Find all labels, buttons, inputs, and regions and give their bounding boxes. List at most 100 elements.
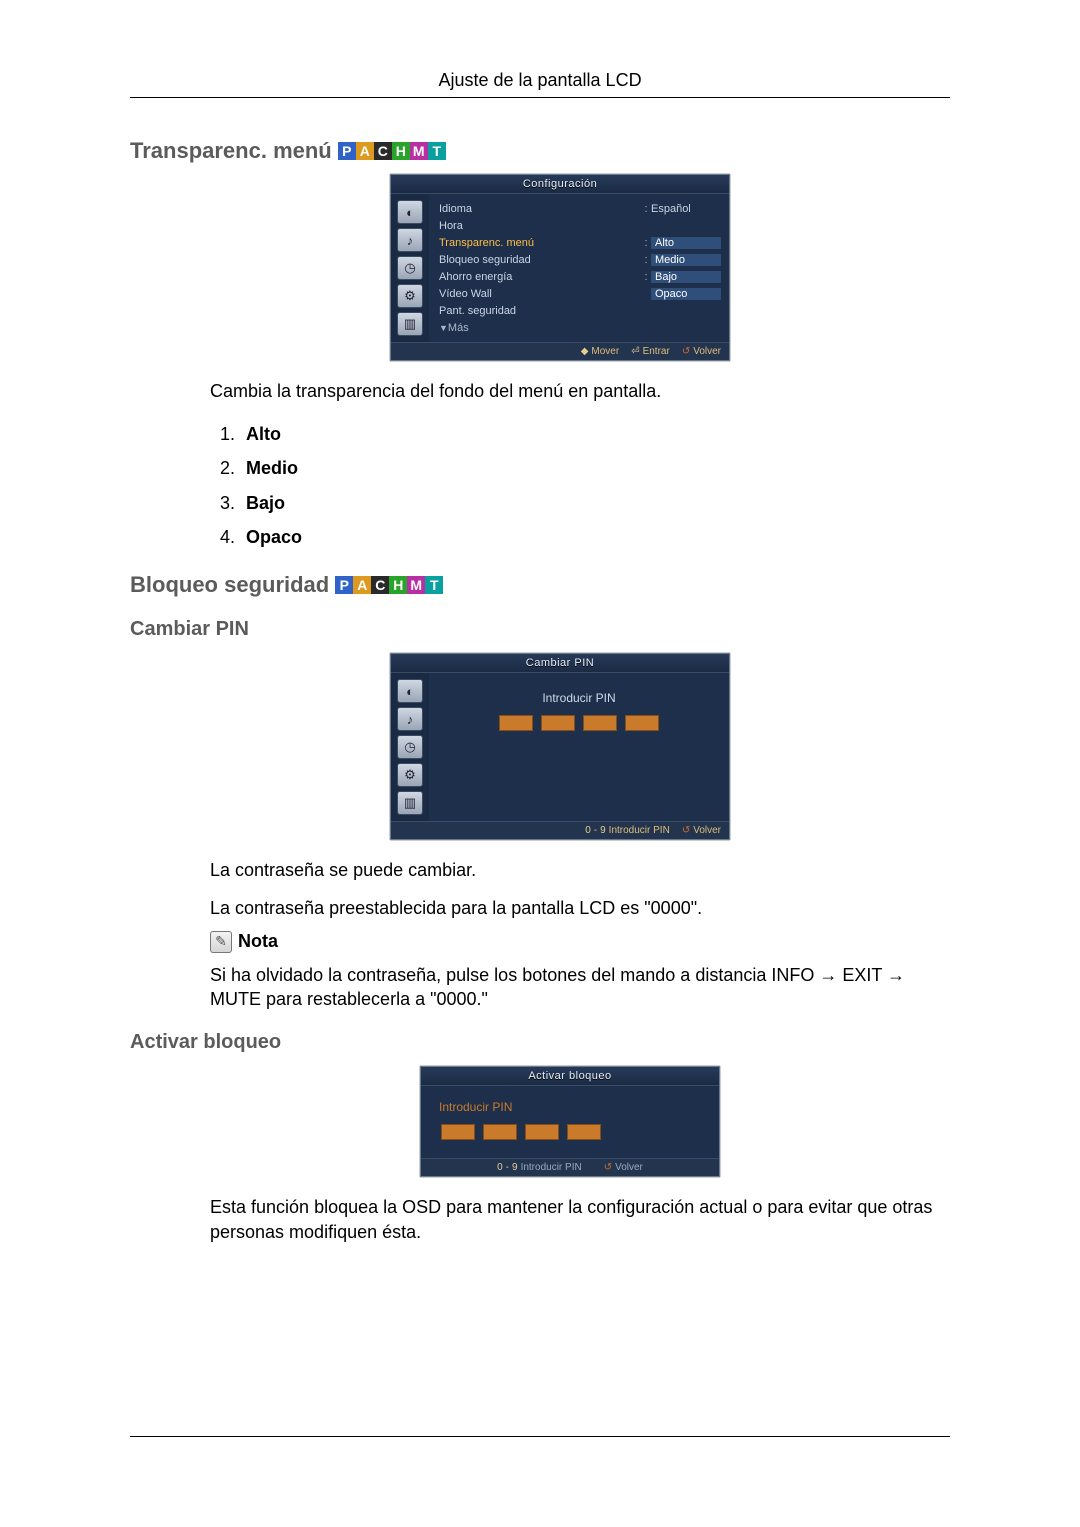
- osd-label: Idioma: [439, 203, 641, 215]
- osd-sep: :: [641, 237, 651, 249]
- osd-value: Medio: [651, 254, 721, 266]
- osd-foot-back: ↺Volver: [682, 346, 721, 357]
- osd-sep: :: [641, 254, 651, 266]
- badge-m: M: [410, 142, 428, 160]
- heading-text: Bloqueo seguridad: [130, 572, 329, 598]
- osd-foot-label: Introducir PIN: [521, 1162, 582, 1173]
- osd-value: Bajo: [651, 271, 721, 283]
- sub-cambiar-pin-heading: Cambiar PIN: [130, 618, 950, 641]
- badge-p: P: [335, 576, 353, 594]
- osd-foot-label: 0: [497, 1162, 503, 1173]
- osd-foot-label: Volver: [693, 346, 721, 357]
- osd-cambiar-pin: Cambiar PIN ◐ ♪ ◷ ⚙ ▥ Introducir PIN: [390, 653, 730, 840]
- badge-h: H: [389, 576, 407, 594]
- option-medio: Medio: [240, 451, 950, 485]
- osd-label: Transparenc. menú: [439, 237, 641, 249]
- pin-box: [441, 1124, 475, 1140]
- mode-badges: P A C H M T: [338, 142, 446, 160]
- osd-row-bloqueo: Bloqueo seguridad : Medio: [439, 251, 721, 268]
- badge-t: T: [425, 576, 443, 594]
- osd-title: Activar bloqueo: [421, 1067, 719, 1086]
- cambiar-pin-p1: La contraseña se puede cambiar.: [210, 858, 950, 882]
- osd-sep: :: [641, 271, 651, 283]
- osd-row-idioma: Idioma : Español: [439, 200, 721, 217]
- osd-label: Hora: [439, 220, 641, 232]
- option-bajo: Bajo: [240, 486, 950, 520]
- cambiar-pin-p2: La contraseña preestablecida para la pan…: [210, 896, 950, 920]
- option-opaco: Opaco: [240, 520, 950, 554]
- osd-foot-enter: ⏎Entrar: [631, 346, 670, 357]
- osd-sep: :: [641, 203, 651, 215]
- pin-input-boxes: [441, 1124, 701, 1140]
- pin-box: [583, 715, 617, 731]
- badge-h: H: [392, 142, 410, 160]
- sub-activar-bloqueo-heading: Activar bloqueo: [130, 1031, 950, 1054]
- osd-foot-num: 0 - 9 Introducir PIN: [585, 825, 670, 836]
- header-rule: [130, 97, 950, 98]
- activar-bloqueo-desc: Esta función bloquea la OSD para mantene…: [210, 1195, 950, 1244]
- osd-icon-sound: ♪: [397, 707, 423, 731]
- section-bloqueo-heading: Bloqueo seguridad P A C H M T: [130, 572, 950, 598]
- note-icon: ✎: [210, 931, 232, 953]
- osd-foot-label: 0: [585, 825, 591, 836]
- osd-more-label: Más: [448, 322, 721, 334]
- osd-side-icons: ◐ ♪ ◷ ⚙ ▥: [391, 673, 429, 821]
- osd-value: Opaco: [651, 288, 721, 300]
- osd-icon-multi: ▥: [397, 312, 423, 336]
- osd-foot-label: Mover: [591, 346, 619, 357]
- option-alto: Alto: [240, 417, 950, 451]
- osd-icon-multi: ▥: [397, 791, 423, 815]
- footer-rule: [130, 1436, 950, 1437]
- note-label: Nota: [238, 931, 278, 952]
- badge-m: M: [407, 576, 425, 594]
- transparency-options: Alto Medio Bajo Opaco: [240, 417, 950, 554]
- osd-label: Vídeo Wall: [439, 288, 641, 300]
- osd-foot-label: Introducir PIN: [609, 825, 670, 836]
- osd-title: Cambiar PIN: [391, 654, 729, 673]
- osd-title: Configuración: [391, 175, 729, 194]
- heading-text: Transparenc. menú: [130, 138, 332, 164]
- osd-row-pantseg: Pant. seguridad: [439, 302, 721, 319]
- osd-side-icons: ◐ ♪ ◷ ⚙ ▥: [391, 194, 429, 342]
- badge-t: T: [428, 142, 446, 160]
- osd-value: Alto: [651, 237, 721, 249]
- osd-activar-bloqueo: Activar bloqueo Introducir PIN 0 - 9 Int…: [420, 1066, 720, 1177]
- osd-icon-setup: ⚙: [397, 763, 423, 787]
- pin-box: [525, 1124, 559, 1140]
- osd-footer: 0 - 9 Introducir PIN ↺Volver: [391, 821, 729, 839]
- osd-menu-list: Idioma : Español Hora Transparenc. menú …: [429, 194, 729, 342]
- osd-icon-picture: ◐: [397, 200, 423, 224]
- pin-input-boxes: [437, 715, 721, 731]
- osd-row-transparency: Transparenc. menú : Alto: [439, 234, 721, 251]
- osd-row-ahorro: Ahorro energía : Bajo: [439, 268, 721, 285]
- osd-row-hora: Hora: [439, 217, 721, 234]
- pin-prompt: Introducir PIN: [437, 691, 721, 705]
- pin-box: [541, 715, 575, 731]
- pin-box: [499, 715, 533, 731]
- badge-c: C: [374, 142, 392, 160]
- pin-box: [567, 1124, 601, 1140]
- osd-label: Pant. seguridad: [439, 305, 641, 317]
- osd-row-more: Más: [439, 319, 721, 336]
- osd-icon-sound: ♪: [397, 228, 423, 252]
- osd-label: Ahorro energía: [439, 271, 641, 283]
- osd-foot-label: Volver: [615, 1162, 643, 1173]
- pin-box: [483, 1124, 517, 1140]
- osd-icon-setup: ⚙: [397, 284, 423, 308]
- osd-footer: ◆Mover ⏎Entrar ↺Volver: [391, 342, 729, 360]
- osd-label: Bloqueo seguridad: [439, 254, 641, 266]
- badge-p: P: [338, 142, 356, 160]
- pin-box: [625, 715, 659, 731]
- badge-a: A: [356, 142, 374, 160]
- osd-foot-back: ↺Volver: [604, 1162, 643, 1173]
- section1-desc: Cambia la transparencia del fondo del me…: [210, 379, 950, 403]
- page-header: Ajuste de la pantalla LCD: [130, 70, 950, 97]
- osd-icon-clock: ◷: [397, 735, 423, 759]
- osd-row-videowall: Vídeo Wall Opaco: [439, 285, 721, 302]
- osd-foot-move: ◆Mover: [581, 346, 620, 357]
- badge-a: A: [353, 576, 371, 594]
- osd-icon-picture: ◐: [397, 679, 423, 703]
- osd-foot-label: Volver: [693, 825, 721, 836]
- osd-foot-back: ↺Volver: [682, 825, 721, 836]
- section-transparency-heading: Transparenc. menú P A C H M T: [130, 138, 950, 164]
